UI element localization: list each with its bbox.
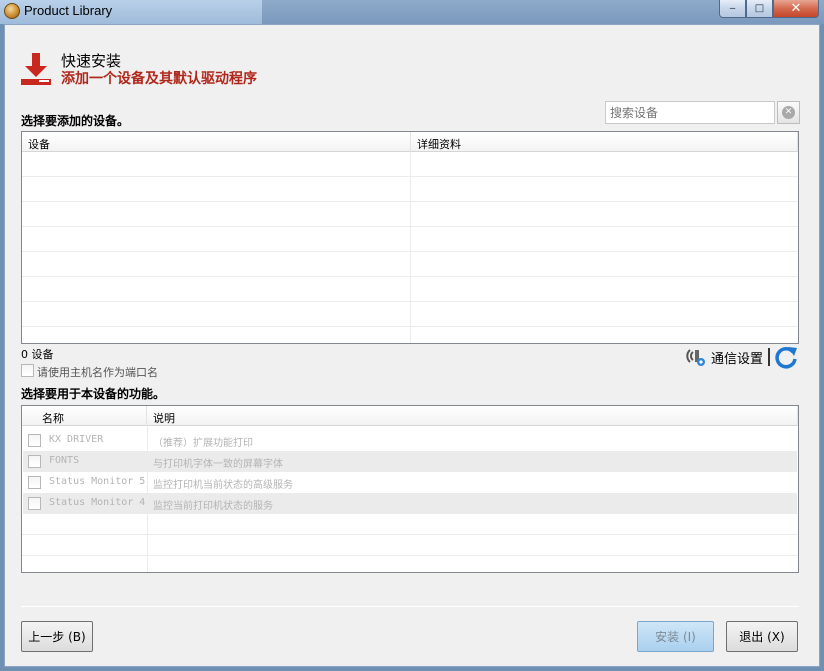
- close-button[interactable]: ✕: [773, 0, 819, 18]
- column-header-name[interactable]: 名称: [22, 406, 147, 426]
- feature-name: FONTS: [49, 455, 80, 466]
- feature-table-header: 名称 说明: [22, 406, 798, 426]
- column-header-device[interactable]: 设备: [22, 132, 411, 152]
- table-row: [22, 152, 798, 177]
- exit-button[interactable]: 退出 (X): [726, 621, 798, 652]
- feature-name: Status Monitor 5: [49, 476, 146, 487]
- feature-checkbox[interactable]: [28, 497, 41, 510]
- feature-name: Status Monitor 4: [49, 497, 146, 508]
- back-button[interactable]: 上一步 (B): [21, 621, 93, 652]
- column-header-details[interactable]: 详细资料: [411, 132, 798, 152]
- feature-checkbox[interactable]: [28, 476, 41, 489]
- comm-settings-button[interactable]: 通信设置: [685, 347, 763, 367]
- table-row: [22, 302, 798, 327]
- comm-settings-label: 通信设置: [711, 351, 764, 367]
- dialog-body: 快速安装 添加一个设备及其默认驱动程序 选择要添加的设备。 ✕ 设备 详细资料 …: [4, 24, 820, 667]
- feature-desc: 与打印机字体一致的屏幕字体: [153, 459, 283, 470]
- footer-divider: [21, 606, 799, 607]
- title-bar: Product Library ‒ □ ✕: [0, 0, 824, 24]
- feature-checkbox[interactable]: [28, 434, 41, 447]
- page-subtitle: 添加一个设备及其默认驱动程序: [61, 71, 257, 87]
- column-header-description[interactable]: 说明: [147, 406, 798, 426]
- download-icon: [21, 53, 51, 85]
- install-button[interactable]: 安装 (I): [637, 621, 714, 652]
- feature-row-kx-driver[interactable]: KX DRIVER （推荐）扩展功能打印: [23, 430, 797, 451]
- table-row: [22, 277, 798, 302]
- search-clear-button[interactable]: ✕: [777, 101, 800, 124]
- feature-row-status-monitor-5[interactable]: Status Monitor 5 监控打印机当前状态的高级服务: [23, 472, 797, 493]
- refresh-icon[interactable]: [774, 345, 798, 369]
- table-row: [22, 177, 798, 202]
- feature-desc: 监控当前打印机状态的服务: [153, 501, 273, 512]
- device-section-label: 选择要添加的设备。: [21, 114, 130, 128]
- device-count: 0 设备: [21, 348, 54, 361]
- feature-desc: （推荐）扩展功能打印: [153, 438, 253, 449]
- table-row: [22, 252, 798, 277]
- table-row: [22, 535, 798, 556]
- feature-table[interactable]: 名称 说明 KX DRIVER （推荐）扩展功能打印 FONTS 与打印机字体一…: [21, 405, 799, 573]
- use-hostname-checkbox[interactable]: [21, 364, 34, 377]
- maximize-button[interactable]: □: [746, 0, 773, 18]
- table-row: [22, 556, 798, 572]
- window-title: Product Library: [24, 3, 113, 18]
- feature-desc: 监控打印机当前状态的高级服务: [153, 480, 293, 491]
- use-hostname-label: 请使用主机名作为端口名: [37, 366, 158, 379]
- feature-row-status-monitor-4[interactable]: Status Monitor 4 监控当前打印机状态的服务: [23, 493, 797, 514]
- search-input[interactable]: [605, 101, 775, 124]
- toolbar-separator: [768, 348, 770, 366]
- feature-row-fonts[interactable]: FONTS 与打印机字体一致的屏幕字体: [23, 451, 797, 472]
- device-table-header: 设备 详细资料: [22, 132, 798, 152]
- feature-name: KX DRIVER: [49, 434, 104, 445]
- comm-settings-icon: [686, 349, 705, 366]
- feature-section-label: 选择要用于本设备的功能。: [21, 387, 166, 401]
- table-row: [22, 514, 798, 535]
- clear-icon: ✕: [782, 106, 795, 119]
- table-row: [22, 227, 798, 252]
- minimize-button[interactable]: ‒: [719, 0, 746, 18]
- table-row: [22, 202, 798, 227]
- app-icon: [4, 3, 20, 19]
- feature-checkbox[interactable]: [28, 455, 41, 468]
- device-table[interactable]: 设备 详细资料: [21, 131, 799, 344]
